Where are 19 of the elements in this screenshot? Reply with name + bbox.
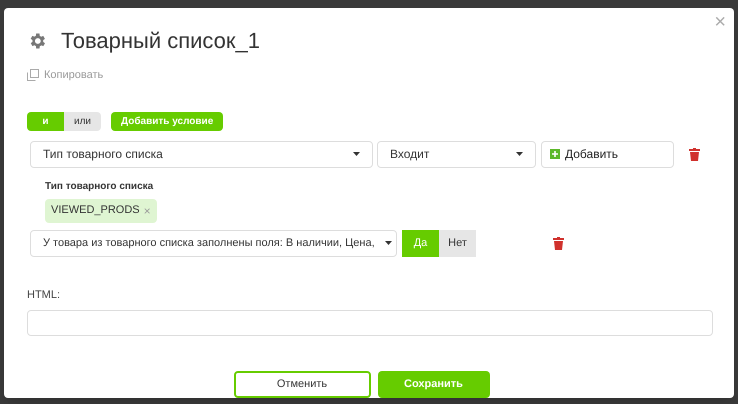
operator-select[interactable]: Входит	[377, 140, 536, 168]
caret-icon	[353, 152, 360, 156]
trash-icon[interactable]	[689, 148, 700, 160]
add-value-button[interactable]: Добавить	[541, 140, 674, 168]
field-select[interactable]: Тип товарного списка	[30, 140, 373, 168]
logic-tab[interactable]: или	[64, 112, 101, 130]
trash-icon[interactable]	[553, 236, 564, 250]
tag-label: VIEWED_PRODS	[51, 203, 140, 218]
dialog-title: Товарный список_1	[61, 27, 260, 55]
values-label: Тип товарного списка	[45, 180, 154, 194]
cancel-button[interactable]: Отменить	[234, 371, 370, 398]
plus-icon	[550, 149, 560, 159]
html-input-field[interactable]	[27, 310, 713, 336]
caret-icon	[516, 152, 523, 156]
caret-icon	[385, 241, 392, 245]
html-label: HTML:	[27, 288, 61, 302]
copy-icon	[27, 69, 39, 82]
toggle-option[interactable]: Нет	[439, 230, 476, 256]
field-select[interactable]: У товара из товарного списка заполнены поля: В наличии, Цена,	[30, 230, 397, 256]
